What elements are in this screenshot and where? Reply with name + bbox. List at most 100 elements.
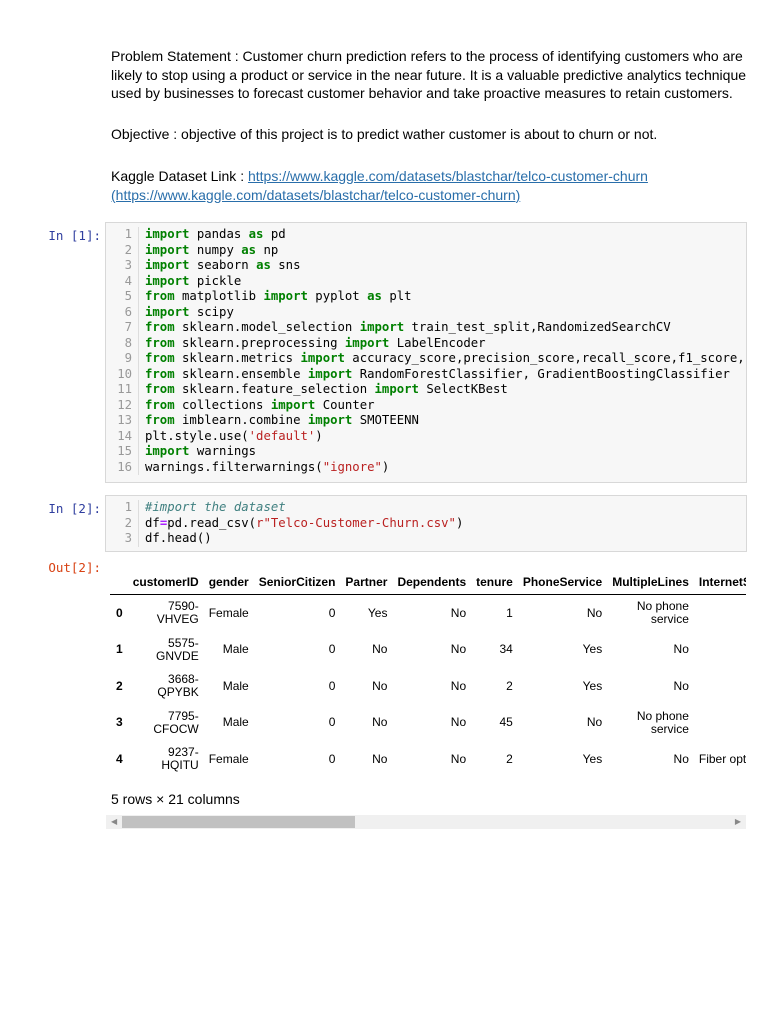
table-cell: 0 (328, 642, 336, 657)
line-number: 3 (106, 258, 139, 274)
code-text: df.head() (145, 531, 212, 545)
code-text: from sklearn.metrics import accuracy_sco… (145, 351, 745, 365)
table-row: 0 7590-VHVEG Female 0 Yes No 1 No No phone servi… (110, 595, 746, 632)
code-text: import pickle (145, 273, 242, 288)
table-cell (694, 632, 746, 669)
table-cell: No (450, 678, 467, 693)
problem-statement: Problem Statement : Customer churn predi… (111, 47, 751, 103)
horizontal-scrollbar[interactable]: ◀ ▶ (106, 815, 746, 829)
table-cell: No phone service (636, 708, 689, 736)
table-row: 2 3668-QPYBK Male 0 No No 2 Yes No (110, 668, 746, 705)
table-row: 3 7795-CFOCW Male 0 No No 45 No No phone service (110, 705, 746, 742)
code-text: import pandas as pd (145, 227, 286, 241)
table-cell: No (586, 605, 603, 620)
column-header: customerID (127, 570, 204, 595)
table-cell: Male (222, 715, 249, 730)
column-header: tenure (471, 570, 518, 595)
code-text: from sklearn.feature_selection import Se… (145, 382, 508, 396)
code-text: import warnings (145, 444, 257, 458)
table-cell: No (673, 751, 689, 766)
dataframe-table: customerID gender SeniorCitizen Partner Depe… (110, 570, 746, 778)
code-text: #import the dataset (145, 500, 286, 514)
table-cell: No (450, 605, 467, 620)
column-header: gender (203, 570, 254, 595)
column-header: InternetService (693, 570, 746, 595)
column-header: Dependents (392, 570, 472, 595)
code-line: 10 from sklearn.ensemble import RandomFor… (106, 366, 746, 382)
code-line: 15 import warnings (106, 444, 746, 460)
row-index: 3 (116, 715, 123, 730)
table-cell: 0 (328, 678, 336, 693)
dataset-link[interactable]: https://www.kaggle.com/datasets/blastcha… (248, 168, 648, 184)
code-line: 1 #import the dataset (106, 500, 746, 516)
line-number: 12 (106, 397, 139, 413)
table-cell: Fiber optic (698, 751, 746, 766)
table-cell: 0 (328, 751, 336, 766)
line-number: 2 (106, 515, 139, 531)
line-number: 1 (106, 227, 139, 243)
table-cell: 2 (506, 678, 513, 693)
dataset-link-paragraph: Kaggle Dataset Link : https://www.kaggle… (111, 167, 751, 204)
line-number: 4 (106, 273, 139, 289)
table-cell: 0 (328, 605, 336, 620)
code-text: from sklearn.preprocessing import LabelE… (145, 335, 486, 350)
line-number: 7 (106, 320, 139, 336)
scroll-left-icon[interactable]: ◀ (111, 815, 117, 829)
table-cell (694, 668, 746, 705)
code-text: from imblearn.combine import SMOTEENN (145, 413, 419, 427)
line-number: 2 (106, 242, 139, 258)
scrollbar-thumb[interactable] (122, 816, 355, 828)
code-text: from matplotlib import pyplot as plt (145, 289, 412, 303)
dataset-link-paren[interactable]: (https://www.kaggle.com/datasets/blastch… (111, 187, 520, 203)
customer-id-cell: 9237-HQITU (161, 745, 199, 773)
table-cell: No (450, 715, 467, 730)
customer-id-cell: 3668-QPYBK (157, 672, 199, 700)
code-line: 14 plt.style.use('default') (106, 428, 746, 444)
table-cell: Yes (582, 642, 603, 657)
code-cell-2[interactable]: 1 #import the dataset 2 df=pd.read_csv(r"Te… (105, 495, 747, 552)
row-index: 2 (116, 678, 123, 693)
table-cell: No (673, 642, 689, 657)
table-cell (694, 595, 746, 632)
table-cell: Female (208, 751, 249, 766)
dataframe-shape: 5 rows × 21 columns (111, 791, 240, 807)
code-line: 3 import seaborn as sns (106, 258, 746, 274)
code-text: import scipy (145, 304, 234, 319)
code-cell-1[interactable]: 1 import pandas as pd 2 import numpy as np 3… (105, 222, 747, 483)
line-number: 10 (106, 366, 139, 382)
code-line: 13 from imblearn.combine import SMOTEENN (106, 413, 746, 429)
table-cell: No (450, 642, 467, 657)
customer-id-cell: 7590-VHVEG (156, 599, 199, 627)
column-header: SeniorCitizen (253, 570, 341, 595)
row-index: 1 (116, 642, 123, 657)
table-cell (694, 705, 746, 742)
line-number: 13 (106, 413, 139, 429)
customer-id-cell: 7795-CFOCW (153, 708, 199, 736)
table-cell: No (372, 751, 388, 766)
output-prompt: Out[2]: (48, 560, 101, 575)
table-cell: No (586, 715, 603, 730)
scroll-right-icon[interactable]: ▶ (735, 815, 741, 829)
table-cell: No (372, 642, 388, 657)
line-number: 15 (106, 444, 139, 460)
code-line: 11 from sklearn.feature_selection import … (106, 382, 746, 398)
dataset-label: Kaggle Dataset Link : (111, 168, 248, 184)
code-line: 5 from matplotlib import pyplot as plt (106, 289, 746, 305)
code-text: import seaborn as sns (145, 258, 301, 272)
line-number: 14 (106, 428, 139, 444)
line-number: 8 (106, 335, 139, 351)
line-number: 3 (106, 531, 139, 547)
table-cell: 2 (506, 751, 513, 766)
line-number: 11 (106, 382, 139, 398)
code-text: df=pd.read_csv(r"Telco-Customer-Churn.cs… (145, 515, 464, 530)
code-line: 7 from sklearn.model_selection import tra… (106, 320, 746, 336)
cell-1-prompt: In [1]: (48, 228, 101, 243)
line-number: 16 (106, 459, 139, 475)
code-text: from sklearn.ensemble import RandomFores… (145, 366, 730, 381)
line-number: 6 (106, 304, 139, 320)
code-text: import numpy as np (145, 242, 279, 257)
code-text: warnings.filterwarnings("ignore") (145, 459, 390, 474)
code-line: 2 import numpy as np (106, 242, 746, 258)
column-header: PhoneService (517, 570, 608, 595)
table-cell: Male (222, 642, 249, 657)
